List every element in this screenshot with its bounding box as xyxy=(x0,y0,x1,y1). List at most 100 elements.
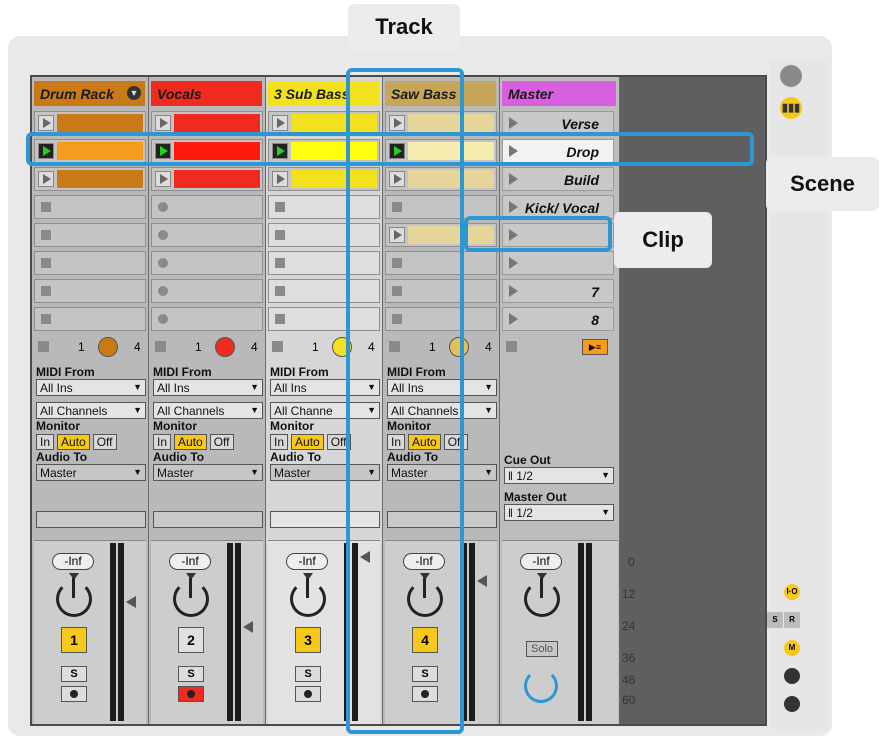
monitor-in-button[interactable]: In xyxy=(270,434,289,450)
scene-7[interactable]: 7 xyxy=(502,279,614,303)
clip-view-toggle-icon[interactable]: ▶≡ xyxy=(582,339,608,355)
arm-button[interactable] xyxy=(61,686,87,702)
scene-8[interactable]: 8 xyxy=(502,307,614,331)
empty-slot[interactable] xyxy=(151,279,263,303)
pan-knob[interactable] xyxy=(173,578,209,617)
clip-launch-icon[interactable] xyxy=(155,171,171,187)
clip-launch-icon[interactable] xyxy=(155,115,171,131)
delay-toggle-icon[interactable] xyxy=(784,696,800,712)
solo-button[interactable]: S xyxy=(178,666,204,682)
record-icon[interactable] xyxy=(158,230,168,240)
empty-slot[interactable] xyxy=(34,251,146,275)
empty-slot[interactable] xyxy=(151,307,263,331)
empty-slot[interactable] xyxy=(34,195,146,219)
empty-slot[interactable] xyxy=(151,251,263,275)
empty-slot[interactable] xyxy=(34,279,146,303)
clip-launch-icon[interactable] xyxy=(272,115,288,131)
stop-all-icon[interactable] xyxy=(38,341,49,352)
track-activator-button[interactable]: 1 xyxy=(61,627,87,653)
monitor-in-button[interactable]: In xyxy=(153,434,172,450)
stop-icon[interactable] xyxy=(41,202,51,212)
monitor-auto-button[interactable]: Auto xyxy=(57,434,90,450)
stop-icon[interactable] xyxy=(275,286,285,296)
solo-button[interactable]: S xyxy=(295,666,321,682)
clip[interactable] xyxy=(174,170,260,188)
stop-icon[interactable] xyxy=(41,258,51,268)
track-activator-button[interactable]: 2 xyxy=(178,627,204,653)
stop-all-clips-icon[interactable] xyxy=(506,341,517,352)
midi-from-select[interactable]: All Ins xyxy=(153,379,263,396)
clip-launch-icon[interactable] xyxy=(38,115,54,131)
midi-channel-select[interactable]: All Channels xyxy=(36,402,146,419)
audio-to-select[interactable]: Master xyxy=(153,464,263,481)
pan-knob[interactable] xyxy=(290,578,326,617)
track-title-vocals[interactable]: Vocals xyxy=(151,81,262,106)
empty-slot[interactable] xyxy=(151,223,263,247)
scene-launch-icon[interactable] xyxy=(509,173,518,185)
stop-icon[interactable] xyxy=(41,314,51,324)
clip[interactable] xyxy=(57,170,143,188)
empty-slot[interactable] xyxy=(151,195,263,219)
clip[interactable] xyxy=(57,114,143,132)
clip-launch-icon[interactable] xyxy=(272,171,288,187)
stop-icon[interactable] xyxy=(41,286,51,296)
sends-toggle-icon[interactable]: S xyxy=(767,612,783,628)
scene-build[interactable]: Build xyxy=(502,167,614,191)
stop-icon[interactable] xyxy=(275,202,285,212)
clip-slot[interactable] xyxy=(151,167,263,191)
volume-fader-icon[interactable] xyxy=(477,575,487,587)
arm-button[interactable] xyxy=(178,686,204,702)
monitor-auto-button[interactable]: Auto xyxy=(291,434,324,450)
record-icon[interactable] xyxy=(158,202,168,212)
volume-readout[interactable]: -Inf xyxy=(520,553,562,570)
io-toggle-icon[interactable]: I·O xyxy=(784,584,800,600)
stop-all-icon[interactable] xyxy=(272,341,283,352)
track-title-master[interactable]: Master xyxy=(502,81,616,106)
master-solo-button[interactable]: Solo xyxy=(526,641,558,657)
volume-readout[interactable]: -Inf xyxy=(52,553,94,570)
crossfader-toggle-icon[interactable] xyxy=(784,668,800,684)
clip-slot[interactable] xyxy=(34,167,146,191)
record-icon[interactable] xyxy=(158,286,168,296)
clip[interactable] xyxy=(174,114,260,132)
empty-slot[interactable] xyxy=(34,307,146,331)
midi-from-select[interactable]: All Ins xyxy=(36,379,146,396)
track-title-drum-rack[interactable]: Drum Rack ▼ xyxy=(34,81,145,106)
master-out-select[interactable]: ‖ 1/2 xyxy=(504,504,614,521)
pan-knob[interactable] xyxy=(56,578,92,617)
audio-to-select[interactable]: Master xyxy=(36,464,146,481)
stop-all-icon[interactable] xyxy=(155,341,166,352)
returns-toggle-icon[interactable]: R xyxy=(784,612,800,628)
record-icon[interactable] xyxy=(158,258,168,268)
monitor-auto-button[interactable]: Auto xyxy=(174,434,207,450)
scene-6[interactable] xyxy=(502,251,614,275)
cue-out-select[interactable]: ‖ 1/2 xyxy=(504,467,614,484)
preview-volume-knob[interactable] xyxy=(524,669,558,703)
stop-icon[interactable] xyxy=(275,230,285,240)
audio-to-channel-field[interactable] xyxy=(36,511,146,528)
scene-launch-icon[interactable] xyxy=(509,313,518,325)
volume-readout[interactable]: -Inf xyxy=(286,553,328,570)
stop-icon[interactable] xyxy=(275,258,285,268)
track-activator-button[interactable]: 3 xyxy=(295,627,321,653)
audio-to-channel-field[interactable] xyxy=(153,511,263,528)
scene-launch-icon[interactable] xyxy=(509,285,518,297)
scene-launch-icon[interactable] xyxy=(509,257,518,269)
session-view-icon[interactable]: ▮▮▮ xyxy=(780,97,802,119)
stop-icon[interactable] xyxy=(275,314,285,324)
scene-launch-icon[interactable] xyxy=(509,117,518,129)
stop-icon[interactable] xyxy=(41,230,51,240)
arrangement-view-icon[interactable] xyxy=(780,65,802,87)
volume-fader-icon[interactable] xyxy=(126,596,136,608)
monitor-off-button[interactable]: Off xyxy=(209,434,234,450)
midi-channel-select[interactable]: All Channels xyxy=(153,402,263,419)
scene-launch-icon[interactable] xyxy=(509,201,518,213)
master-pan-knob[interactable] xyxy=(524,578,560,617)
volume-fader-icon[interactable] xyxy=(243,621,253,633)
empty-slot[interactable] xyxy=(34,223,146,247)
fold-icon[interactable]: ▼ xyxy=(127,86,141,100)
solo-button[interactable]: S xyxy=(61,666,87,682)
monitor-off-button[interactable]: Off xyxy=(92,434,117,450)
record-icon[interactable] xyxy=(158,314,168,324)
arm-button[interactable] xyxy=(295,686,321,702)
